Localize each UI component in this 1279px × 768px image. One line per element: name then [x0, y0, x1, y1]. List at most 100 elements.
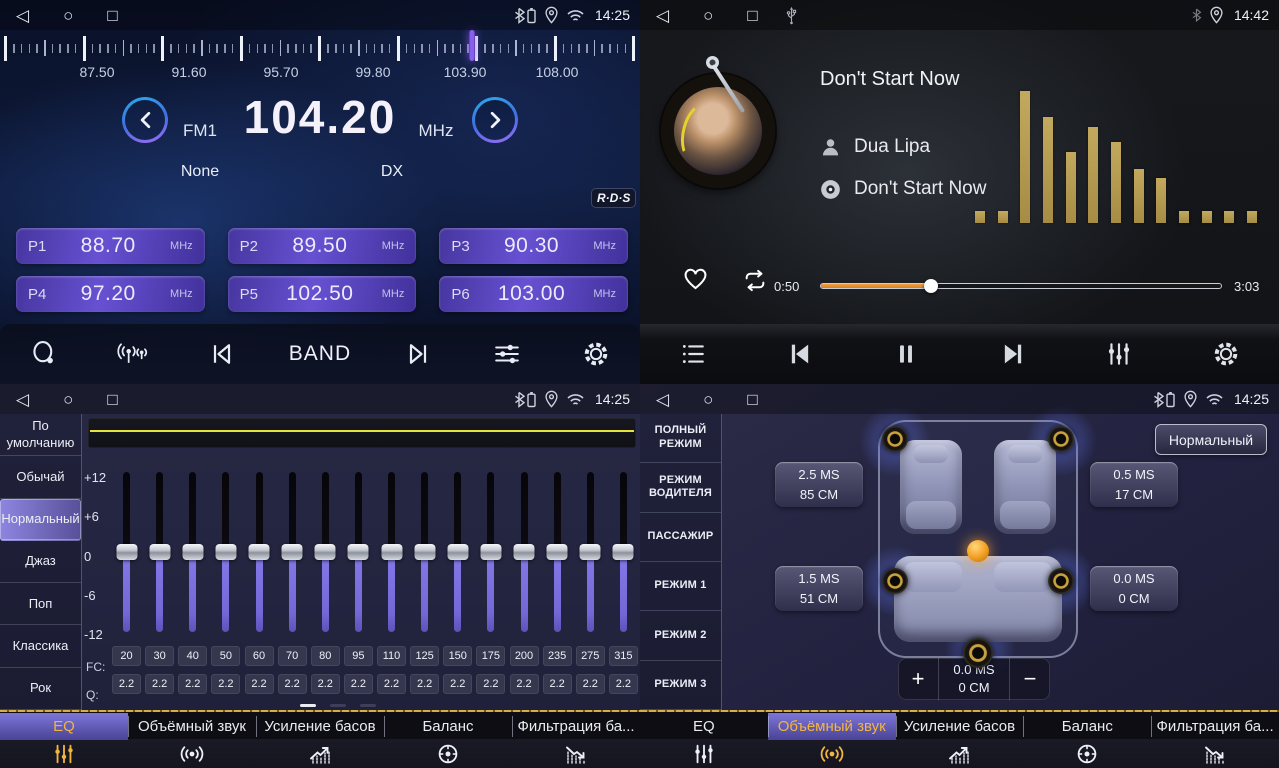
listening-mode-item[interactable]: РЕЖИМ 3	[640, 661, 721, 710]
band-slider[interactable]	[487, 472, 494, 632]
tab-bass-boost[interactable]: Усиление басов	[256, 710, 384, 768]
listening-mode-item[interactable]: ПАССАЖИР	[640, 513, 721, 562]
progress-thumb[interactable]	[924, 279, 938, 293]
equalizer-button[interactable]	[1097, 332, 1141, 376]
center-subwoofer[interactable]	[963, 638, 993, 668]
band-slider-thumb[interactable]	[215, 544, 236, 560]
delay-increase-button[interactable]: +	[898, 658, 938, 700]
tab-label[interactable]: EQ	[640, 713, 768, 740]
rear-left-delay[interactable]: 1.5 MS 51 CM	[775, 566, 863, 611]
rear-left-speaker[interactable]	[882, 568, 908, 594]
band-slider-thumb[interactable]	[547, 544, 568, 560]
next-station-button[interactable]	[396, 332, 440, 376]
delay-decrease-button[interactable]: −	[1010, 658, 1050, 700]
pause-button[interactable]	[884, 332, 928, 376]
eq-preset-item[interactable]: Обычай	[0, 456, 81, 498]
band-slider-thumb[interactable]	[381, 544, 402, 560]
band-slider[interactable]	[256, 472, 263, 632]
band-slider-thumb[interactable]	[514, 544, 535, 560]
preset-button[interactable]: P5 102.50 MHz	[228, 276, 417, 312]
listening-mode-item[interactable]: РЕЖИМ 1	[640, 562, 721, 611]
front-right-delay[interactable]: 0.5 MS 17 CM	[1090, 462, 1178, 507]
band-slider[interactable]	[189, 472, 196, 632]
band-slider[interactable]	[388, 472, 395, 632]
band-slider-thumb[interactable]	[447, 544, 468, 560]
favorite-button[interactable]	[682, 266, 709, 291]
tab-filter[interactable]: Фильтрация ба...	[1151, 710, 1279, 768]
front-left-delay[interactable]: 2.5 MS 85 CM	[775, 462, 863, 507]
next-track-button[interactable]	[991, 332, 1035, 376]
home-button[interactable]: ○	[63, 391, 73, 408]
rear-right-speaker[interactable]	[1048, 568, 1074, 594]
band-slider[interactable]	[123, 472, 130, 632]
band-slider-thumb[interactable]	[480, 544, 501, 560]
band-slider[interactable]	[554, 472, 561, 632]
band-slider-thumb[interactable]	[613, 544, 634, 560]
recents-button[interactable]: □	[107, 7, 117, 24]
tab-surround[interactable]: Объёмный звук	[128, 710, 256, 768]
tab-label[interactable]: Баланс	[384, 713, 512, 740]
band-slider[interactable]	[289, 472, 296, 632]
settings-button[interactable]	[574, 332, 618, 376]
playlist-button[interactable]	[671, 332, 715, 376]
band-slider[interactable]	[454, 472, 461, 632]
back-button[interactable]: ◁	[656, 7, 669, 24]
preset-button[interactable]: P4 97.20 MHz	[16, 276, 205, 312]
tab-label[interactable]: EQ	[0, 713, 128, 740]
tab-label[interactable]: Фильтрация ба...	[1151, 713, 1279, 740]
preset-button[interactable]: P6 103.00 MHz	[439, 276, 628, 312]
tab-label[interactable]: Объёмный звук	[128, 713, 256, 740]
front-left-speaker[interactable]	[882, 426, 908, 452]
frequency-scale[interactable]	[4, 34, 636, 62]
preset-button[interactable]: P1 88.70 MHz	[16, 228, 205, 264]
previous-track-button[interactable]	[778, 332, 822, 376]
band-slider-thumb[interactable]	[249, 544, 270, 560]
tune-up-button[interactable]	[472, 97, 518, 143]
tab-eq[interactable]: EQ	[640, 710, 768, 768]
home-button[interactable]: ○	[703, 391, 713, 408]
band-slider[interactable]	[620, 472, 627, 632]
eq-preset-item[interactable]: По умолчанию	[0, 414, 81, 456]
recents-button[interactable]: □	[747, 7, 757, 24]
band-slider-thumb[interactable]	[149, 544, 170, 560]
preset-button[interactable]: P2 89.50 MHz	[228, 228, 417, 264]
band-button[interactable]: BAND	[289, 332, 351, 376]
band-slider-thumb[interactable]	[414, 544, 435, 560]
tab-label[interactable]: Усиление басов	[256, 713, 384, 740]
tab-label[interactable]: Фильтрация ба...	[512, 713, 640, 740]
recents-button[interactable]: □	[747, 391, 757, 408]
band-slider[interactable]	[156, 472, 163, 632]
band-slider-thumb[interactable]	[182, 544, 203, 560]
rear-right-delay[interactable]: 0.0 MS 0 CM	[1090, 566, 1178, 611]
tab-label[interactable]: Объёмный звук	[768, 713, 896, 740]
tab-eq[interactable]: EQ	[0, 710, 128, 768]
eq-preset-item[interactable]: Рок	[0, 668, 81, 710]
previous-station-button[interactable]	[200, 332, 244, 376]
preset-button[interactable]: P3 90.30 MHz	[439, 228, 628, 264]
band-slider-thumb[interactable]	[348, 544, 369, 560]
back-button[interactable]: ◁	[656, 391, 669, 408]
listening-mode-item[interactable]: ПОЛНЫЙ РЕЖИМ	[640, 414, 721, 463]
band-slider[interactable]	[222, 472, 229, 632]
band-slider[interactable]	[587, 472, 594, 632]
sound-profile-button[interactable]: Нормальный	[1155, 424, 1267, 455]
settings-button[interactable]	[1204, 332, 1248, 376]
band-slider[interactable]	[421, 472, 428, 632]
recents-button[interactable]: □	[107, 391, 117, 408]
band-slider[interactable]	[322, 472, 329, 632]
scan-button[interactable]	[22, 332, 66, 376]
back-button[interactable]: ◁	[16, 391, 29, 408]
tab-filter[interactable]: Фильтрация ба...	[512, 710, 640, 768]
band-slider[interactable]	[521, 472, 528, 632]
tab-label[interactable]: Усиление басов	[896, 713, 1024, 740]
band-slider[interactable]	[355, 472, 362, 632]
band-slider-thumb[interactable]	[580, 544, 601, 560]
front-right-speaker[interactable]	[1048, 426, 1074, 452]
tab-bass-boost[interactable]: Усиление басов	[896, 710, 1024, 768]
listening-mode-item[interactable]: РЕЖИМ 2	[640, 611, 721, 660]
home-button[interactable]: ○	[63, 7, 73, 24]
eq-preset-item[interactable]: Нормальный	[0, 499, 81, 541]
eq-preset-item[interactable]: Джаз	[0, 541, 81, 583]
tab-surround[interactable]: Объёмный звук	[768, 710, 896, 768]
tab-balance[interactable]: Баланс	[1023, 710, 1151, 768]
